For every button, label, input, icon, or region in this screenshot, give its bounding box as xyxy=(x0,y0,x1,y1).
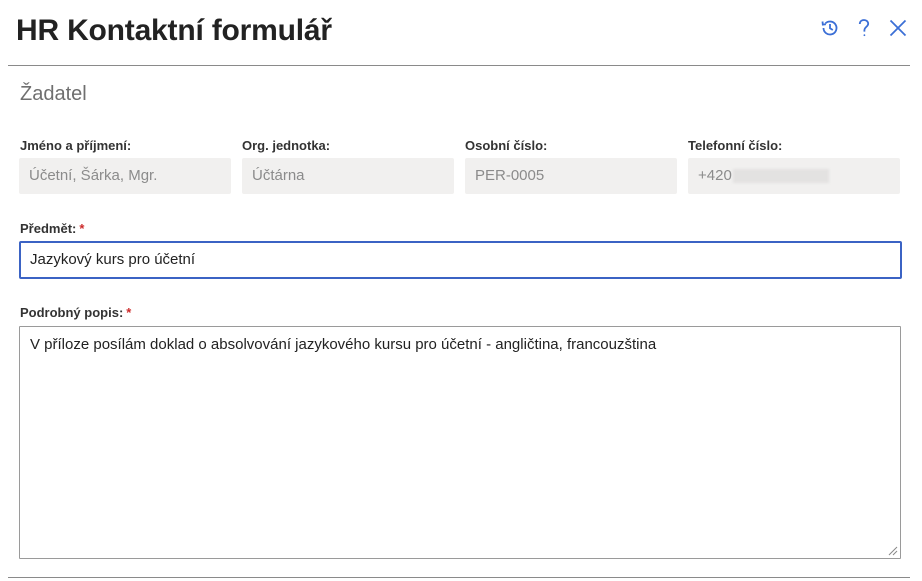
required-marker: * xyxy=(126,305,132,320)
subject-label-text: Předmět: xyxy=(20,221,77,236)
description-label: Podrobný popis: * xyxy=(20,305,131,320)
redacted-phone-digits xyxy=(732,169,829,184)
header-actions xyxy=(818,16,910,40)
org-unit-field: Účtárna xyxy=(242,158,454,194)
required-marker: * xyxy=(79,221,85,236)
description-label-text: Podrobný popis: xyxy=(20,305,124,320)
help-icon[interactable] xyxy=(852,16,876,40)
history-icon[interactable] xyxy=(818,16,842,40)
section-title-applicant: Žadatel xyxy=(20,83,87,105)
phone-label: Telefonní číslo: xyxy=(688,138,783,153)
description-text: V příloze posílám doklad o absolvování j… xyxy=(30,336,657,353)
header-divider xyxy=(8,65,910,66)
footer-divider xyxy=(8,577,910,578)
dialog-header: HR Kontaktní formulář xyxy=(0,0,922,66)
close-icon[interactable] xyxy=(886,16,910,40)
subject-label: Předmět: * xyxy=(20,221,84,236)
phone-field: +420 xyxy=(688,158,900,194)
subject-input[interactable]: Jazykový kurs pro účetní xyxy=(19,241,902,279)
name-field: Účetní, Šárka, Mgr. xyxy=(19,158,231,194)
phone-value: +420 xyxy=(698,167,732,184)
description-textarea[interactable]: V příloze posílám doklad o absolvování j… xyxy=(19,326,901,559)
dialog-title: HR Kontaktní formulář xyxy=(16,14,332,47)
name-label: Jméno a příjmení: xyxy=(20,138,132,153)
personal-number-label: Osobní číslo: xyxy=(465,138,548,153)
personal-number-field: PER-0005 xyxy=(465,158,677,194)
resize-handle-icon[interactable] xyxy=(888,546,898,556)
org-unit-label: Org. jednotka: xyxy=(242,138,331,153)
